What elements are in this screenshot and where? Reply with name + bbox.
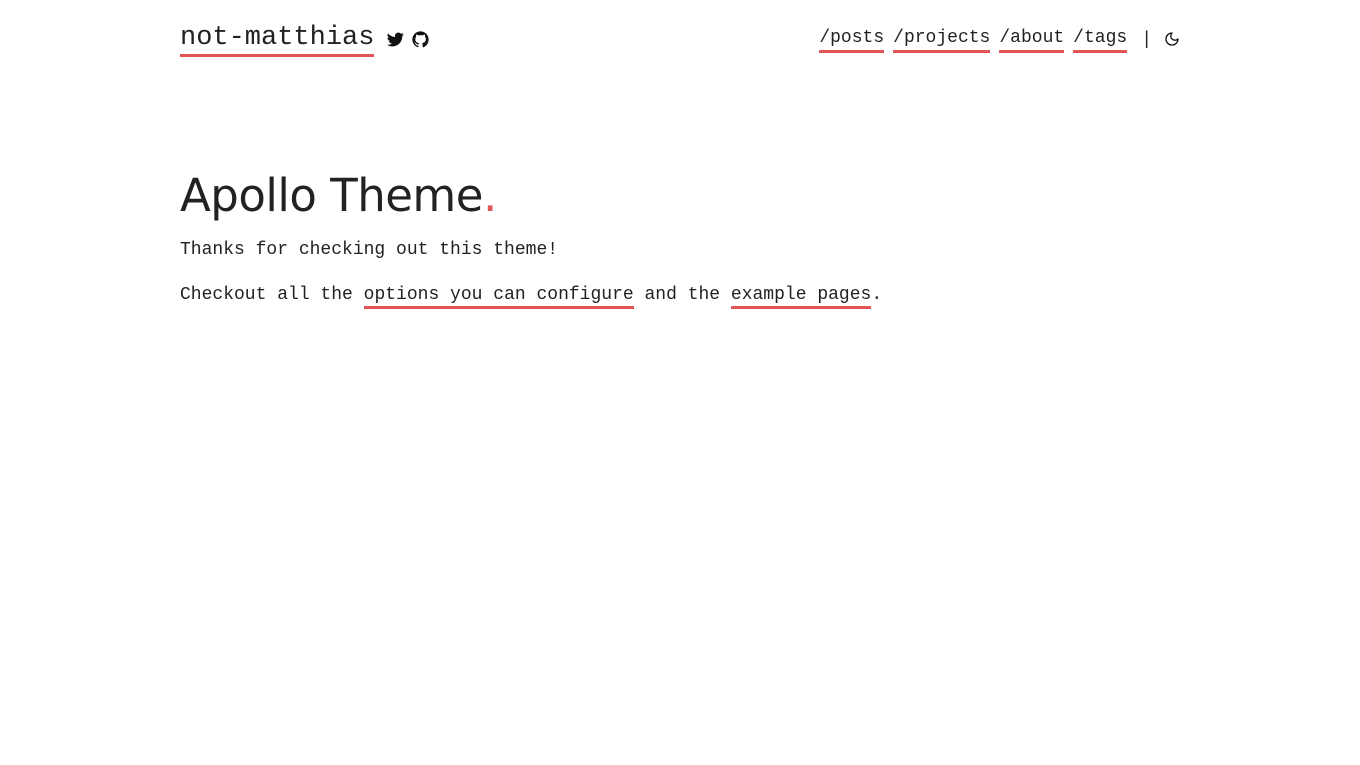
- twitter-icon: [387, 32, 405, 47]
- github-icon: [412, 31, 430, 48]
- theme-toggle-button[interactable]: [1164, 31, 1180, 47]
- nav-separator: |: [1141, 30, 1152, 50]
- github-link[interactable]: [412, 31, 430, 48]
- moon-icon: [1165, 32, 1179, 46]
- configure-text: Checkout all the options you can configu…: [180, 284, 883, 309]
- page-title-text: Apollo Theme: [180, 169, 483, 222]
- title-accent-dot: .: [482, 169, 497, 222]
- site-title-link[interactable]: not-matthias: [180, 22, 375, 57]
- social-links: [387, 31, 430, 48]
- nav-posts[interactable]: /posts: [819, 27, 885, 53]
- nav-projects[interactable]: /projects: [893, 27, 991, 53]
- options-link[interactable]: options you can configure: [363, 285, 634, 309]
- configure-prefix: Checkout all the: [180, 285, 364, 305]
- example-pages-link[interactable]: example pages: [730, 285, 872, 309]
- brand: not-matthias: [180, 22, 430, 57]
- page: not-matthias /posts /projects /about /ta…: [0, 0, 1360, 765]
- nav-about[interactable]: /about: [999, 27, 1065, 53]
- intro-text: Thanks for checking out this theme!: [180, 240, 559, 260]
- twitter-link[interactable]: [387, 31, 405, 48]
- configure-suffix: .: [871, 285, 883, 305]
- page-title: Apollo Theme.: [180, 168, 497, 224]
- main-nav: /posts /projects /about /tags |: [819, 27, 1180, 53]
- nav-tags[interactable]: /tags: [1073, 27, 1128, 53]
- configure-middle: and the: [633, 285, 731, 305]
